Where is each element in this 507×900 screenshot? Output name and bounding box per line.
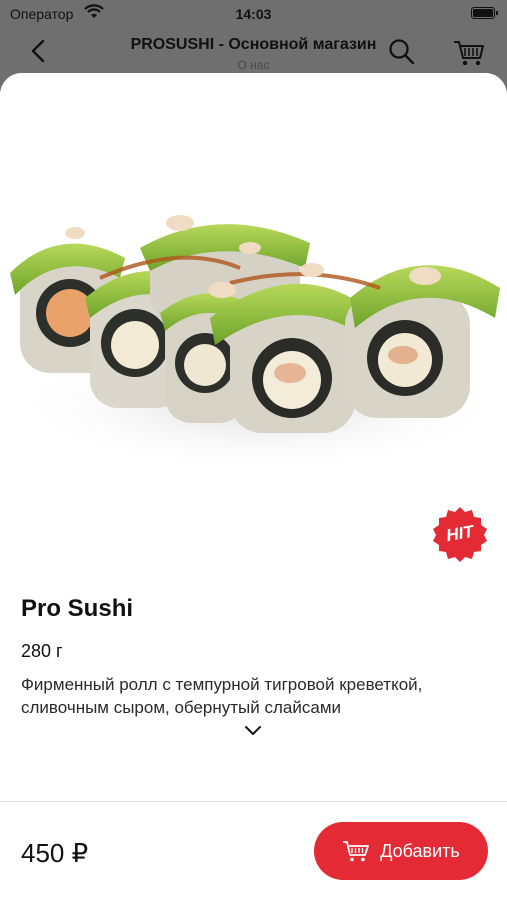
product-description: Фирменный ролл с темпурной тигровой крев…: [21, 675, 423, 717]
product-price: 450 ₽: [21, 838, 89, 868]
cart-icon: [343, 841, 370, 862]
product-name: Pro Sushi: [21, 595, 134, 622]
store-title: PROSUSHI - Основной магазин: [130, 36, 377, 53]
product-weight: 280 г: [21, 641, 63, 661]
search-icon[interactable]: [386, 36, 418, 68]
cart-icon[interactable]: [452, 36, 486, 68]
divider: [0, 801, 507, 802]
nav-bar: PROSUSHI - Основной магазин О нас: [0, 28, 507, 74]
store-subtitle[interactable]: О нас: [0, 58, 507, 72]
status-bar: Оператор 14:03: [0, 0, 507, 28]
battery-icon: [471, 7, 498, 19]
chevron-down-icon[interactable]: [243, 723, 263, 737]
clock: 14:03: [235, 6, 272, 22]
hit-badge: HIT: [431, 505, 489, 563]
product-image: [0, 73, 507, 553]
product-sheet: HIT Pro Sushi 280 г Фирменный ролл с тем…: [0, 73, 507, 900]
badge-label: HIT: [444, 521, 476, 546]
add-button-label: Добавить: [380, 840, 460, 861]
add-to-cart-button[interactable]: Добавить: [314, 822, 488, 880]
